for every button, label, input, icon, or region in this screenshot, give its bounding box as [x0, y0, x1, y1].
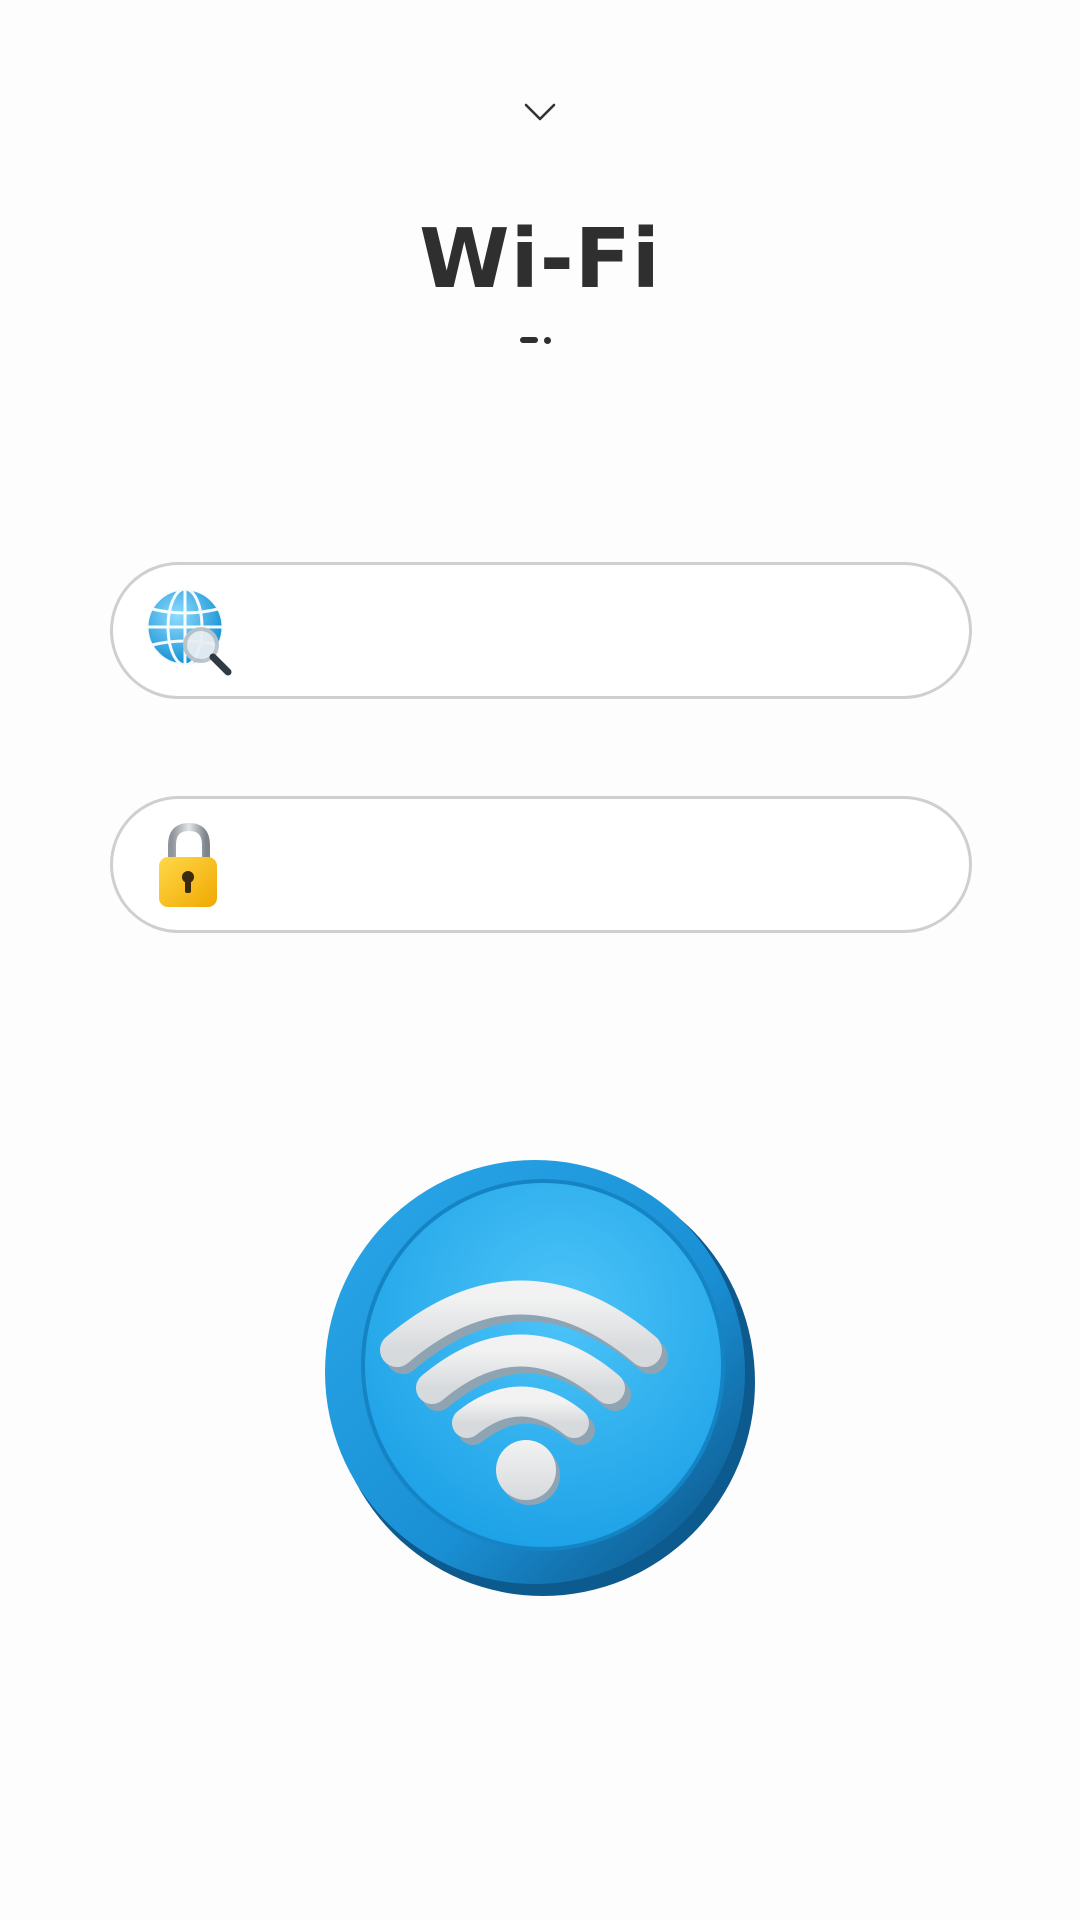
subtitle-dash [520, 337, 538, 343]
subtitle-dot [544, 336, 551, 344]
ssid-field[interactable] [110, 562, 972, 699]
password-input[interactable] [253, 823, 917, 911]
connect-wifi-button[interactable] [315, 1150, 765, 1600]
padlock-icon [159, 822, 217, 907]
globe-search-icon [145, 587, 232, 676]
wifi-icon [325, 1160, 755, 1596]
page-title: Wi-Fi [419, 212, 661, 307]
password-field[interactable] [110, 796, 972, 933]
subtitle-indicator [520, 335, 560, 345]
collapse-button[interactable] [510, 90, 570, 134]
chevron-down-icon [524, 103, 556, 121]
ssid-input[interactable] [253, 589, 917, 677]
wifi-setup-screen: Wi-Fi [0, 0, 1080, 1920]
